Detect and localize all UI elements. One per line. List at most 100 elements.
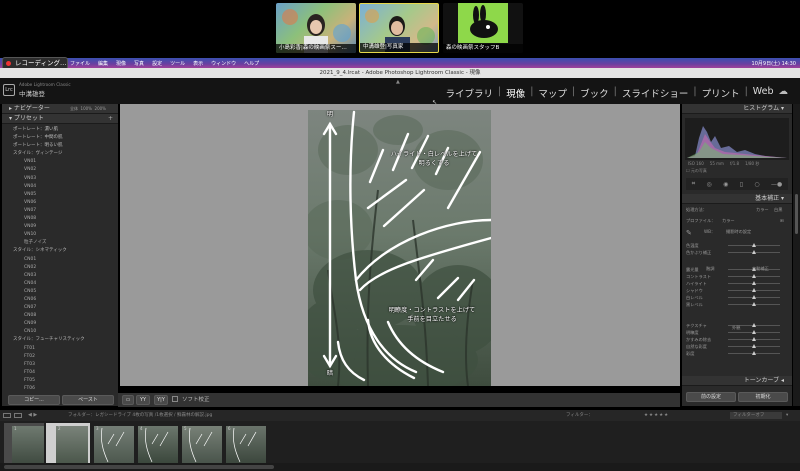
- original-photo-toggle[interactable]: ☐ 元の写真: [686, 168, 707, 174]
- expand-icon[interactable]: ▾: [786, 410, 788, 421]
- redeye-icon[interactable]: ◉: [723, 181, 728, 188]
- softproof-checkbox[interactable]: [172, 396, 178, 402]
- preset-item[interactable]: 粒子ノイズ: [2, 239, 118, 247]
- menu-file[interactable]: ファイル: [70, 60, 90, 67]
- menu-photo[interactable]: 写真: [134, 60, 144, 67]
- graduated-filter-icon[interactable]: ▯: [740, 181, 743, 188]
- participant-tile-3[interactable]: 森の映画祭スタッフB: [443, 3, 523, 53]
- preset-category[interactable]: スタイル：シネマティック: [2, 247, 118, 255]
- wb-select[interactable]: 撮影時の設定: [726, 229, 751, 235]
- preset-item[interactable]: VN04: [2, 183, 118, 191]
- filmstrip-thumbnail[interactable]: 1: [12, 426, 44, 464]
- paste-button[interactable]: ペースト: [62, 395, 114, 405]
- preset-item[interactable]: CN02: [2, 264, 118, 272]
- basic-header[interactable]: 基本補正 ▾: [682, 194, 792, 204]
- preset-item[interactable]: VN02: [2, 166, 118, 174]
- participant-tile-2[interactable]: 中溝雄登|写真家: [359, 3, 439, 53]
- back-icon[interactable]: ◀ ▶: [28, 410, 37, 421]
- filter-select[interactable]: フィルターオフ: [730, 412, 782, 419]
- menu-edit[interactable]: 編集: [98, 60, 108, 67]
- cloud-icon[interactable]: ☁: [779, 86, 789, 100]
- module-develop[interactable]: 現像: [506, 86, 525, 100]
- preset-item[interactable]: CN10: [2, 328, 118, 336]
- right-panel-scrollbar[interactable]: [793, 104, 800, 406]
- tone-curve-header[interactable]: トーンカーブ ◂: [682, 376, 792, 386]
- preset-item[interactable]: CN09: [2, 320, 118, 328]
- preset-item[interactable]: VN10: [2, 231, 118, 239]
- zoom-200[interactable]: 200%: [95, 106, 106, 111]
- treatment-color[interactable]: カラー: [756, 207, 769, 213]
- brush-icon[interactable]: —●: [771, 181, 782, 188]
- preset-item[interactable]: CN05: [2, 288, 118, 296]
- preset-category[interactable]: スタイル：フューチャリスティック: [2, 336, 118, 344]
- preset-item[interactable]: VN06: [2, 199, 118, 207]
- preset-item[interactable]: FT02: [2, 353, 118, 361]
- reset-button[interactable]: 初期化: [738, 392, 788, 402]
- slider-handle[interactable]: [751, 330, 756, 334]
- radial-filter-icon[interactable]: ○: [754, 181, 759, 188]
- module-slideshow[interactable]: スライドショー: [622, 86, 689, 100]
- filmstrip-thumbnail[interactable]: 5: [182, 426, 222, 464]
- tone-auto-button[interactable]: 自動補正: [752, 266, 769, 272]
- slider-handle[interactable]: [751, 243, 756, 247]
- preset-item[interactable]: FT03: [2, 361, 118, 369]
- preset-item[interactable]: VN08: [2, 215, 118, 223]
- slider-handle[interactable]: [751, 274, 756, 278]
- profile-browser-icon[interactable]: ⊞: [780, 218, 784, 223]
- menu-view[interactable]: 表示: [193, 60, 203, 67]
- preset-item[interactable]: VN01: [2, 158, 118, 166]
- module-print[interactable]: プリント: [702, 86, 740, 100]
- preset-item[interactable]: CN03: [2, 272, 118, 280]
- grid-icon[interactable]: [14, 413, 22, 418]
- preset-item[interactable]: FT01: [2, 345, 118, 353]
- spot-removal-icon[interactable]: ◎: [706, 181, 711, 188]
- module-book[interactable]: ブック: [580, 86, 609, 100]
- crop-tool-icon[interactable]: ⌗: [692, 180, 695, 188]
- preset-item[interactable]: CN06: [2, 296, 118, 304]
- module-map[interactable]: マップ: [538, 86, 567, 100]
- menu-settings[interactable]: 設定: [152, 60, 162, 67]
- menu-tools[interactable]: ツール: [170, 60, 185, 67]
- preset-item[interactable]: FT04: [2, 369, 118, 377]
- preset-item[interactable]: CN04: [2, 280, 118, 288]
- preset-category[interactable]: スタイル：ヴィンテージ: [2, 150, 118, 158]
- slider-handle[interactable]: [751, 351, 756, 355]
- filmstrip-scrollbar[interactable]: [0, 463, 800, 471]
- histogram[interactable]: [685, 118, 789, 160]
- histogram-header[interactable]: ヒストグラム ▾: [682, 104, 792, 114]
- preset-item[interactable]: FT05: [2, 377, 118, 385]
- preset-item[interactable]: CN08: [2, 312, 118, 320]
- preset-item[interactable]: VN09: [2, 223, 118, 231]
- photo-canvas[interactable]: 明 暗 ハイライト・白レベルを上げて 明るくする 明瞭度・コントラストを上げて …: [308, 110, 491, 386]
- rating-filter-icon[interactable]: ★★★★★: [644, 410, 669, 421]
- loupe-view-icon[interactable]: ▭: [122, 395, 134, 405]
- collapse-top-icon[interactable]: ▲: [396, 79, 400, 85]
- preset-item[interactable]: CN07: [2, 304, 118, 312]
- slider-handle[interactable]: [751, 250, 756, 254]
- preset-category[interactable]: ポートレート：濃い肌: [2, 126, 118, 134]
- menu-window[interactable]: ウィンドウ: [211, 60, 236, 67]
- module-web[interactable]: Web: [753, 86, 774, 100]
- slider-handle[interactable]: [751, 337, 756, 341]
- filmstrip-thumbnail[interactable]: 3: [94, 426, 134, 464]
- slider-handle[interactable]: [751, 281, 756, 285]
- before-after-split-icon[interactable]: Y|Y: [154, 395, 168, 405]
- slider-handle[interactable]: [751, 344, 756, 348]
- before-after-icon[interactable]: YY: [136, 395, 150, 405]
- menu-develop[interactable]: 現像: [116, 60, 126, 67]
- second-window-icon[interactable]: [3, 413, 11, 418]
- slider-handle[interactable]: [751, 288, 756, 292]
- module-library[interactable]: ライブラリ: [445, 86, 493, 100]
- preset-item[interactable]: FT06: [2, 385, 118, 393]
- filmstrip-thumbnail[interactable]: 4: [138, 426, 178, 464]
- participant-tile-1[interactable]: 小島彩香|森の映画祭スー…: [276, 3, 356, 53]
- copy-button[interactable]: コピー...: [8, 395, 60, 405]
- profile-select[interactable]: カラー: [722, 218, 735, 224]
- preset-item[interactable]: CN01: [2, 256, 118, 264]
- preset-category[interactable]: ポートレート：中間の肌: [2, 134, 118, 142]
- zoom-fit[interactable]: 全体: [70, 106, 78, 111]
- filmstrip-thumbnail[interactable]: 6: [226, 426, 266, 464]
- navigator-header[interactable]: ▸ ナビゲーター 全体 100% 200%: [2, 104, 118, 114]
- zoom-100[interactable]: 100%: [81, 106, 92, 111]
- preset-item[interactable]: VN03: [2, 175, 118, 183]
